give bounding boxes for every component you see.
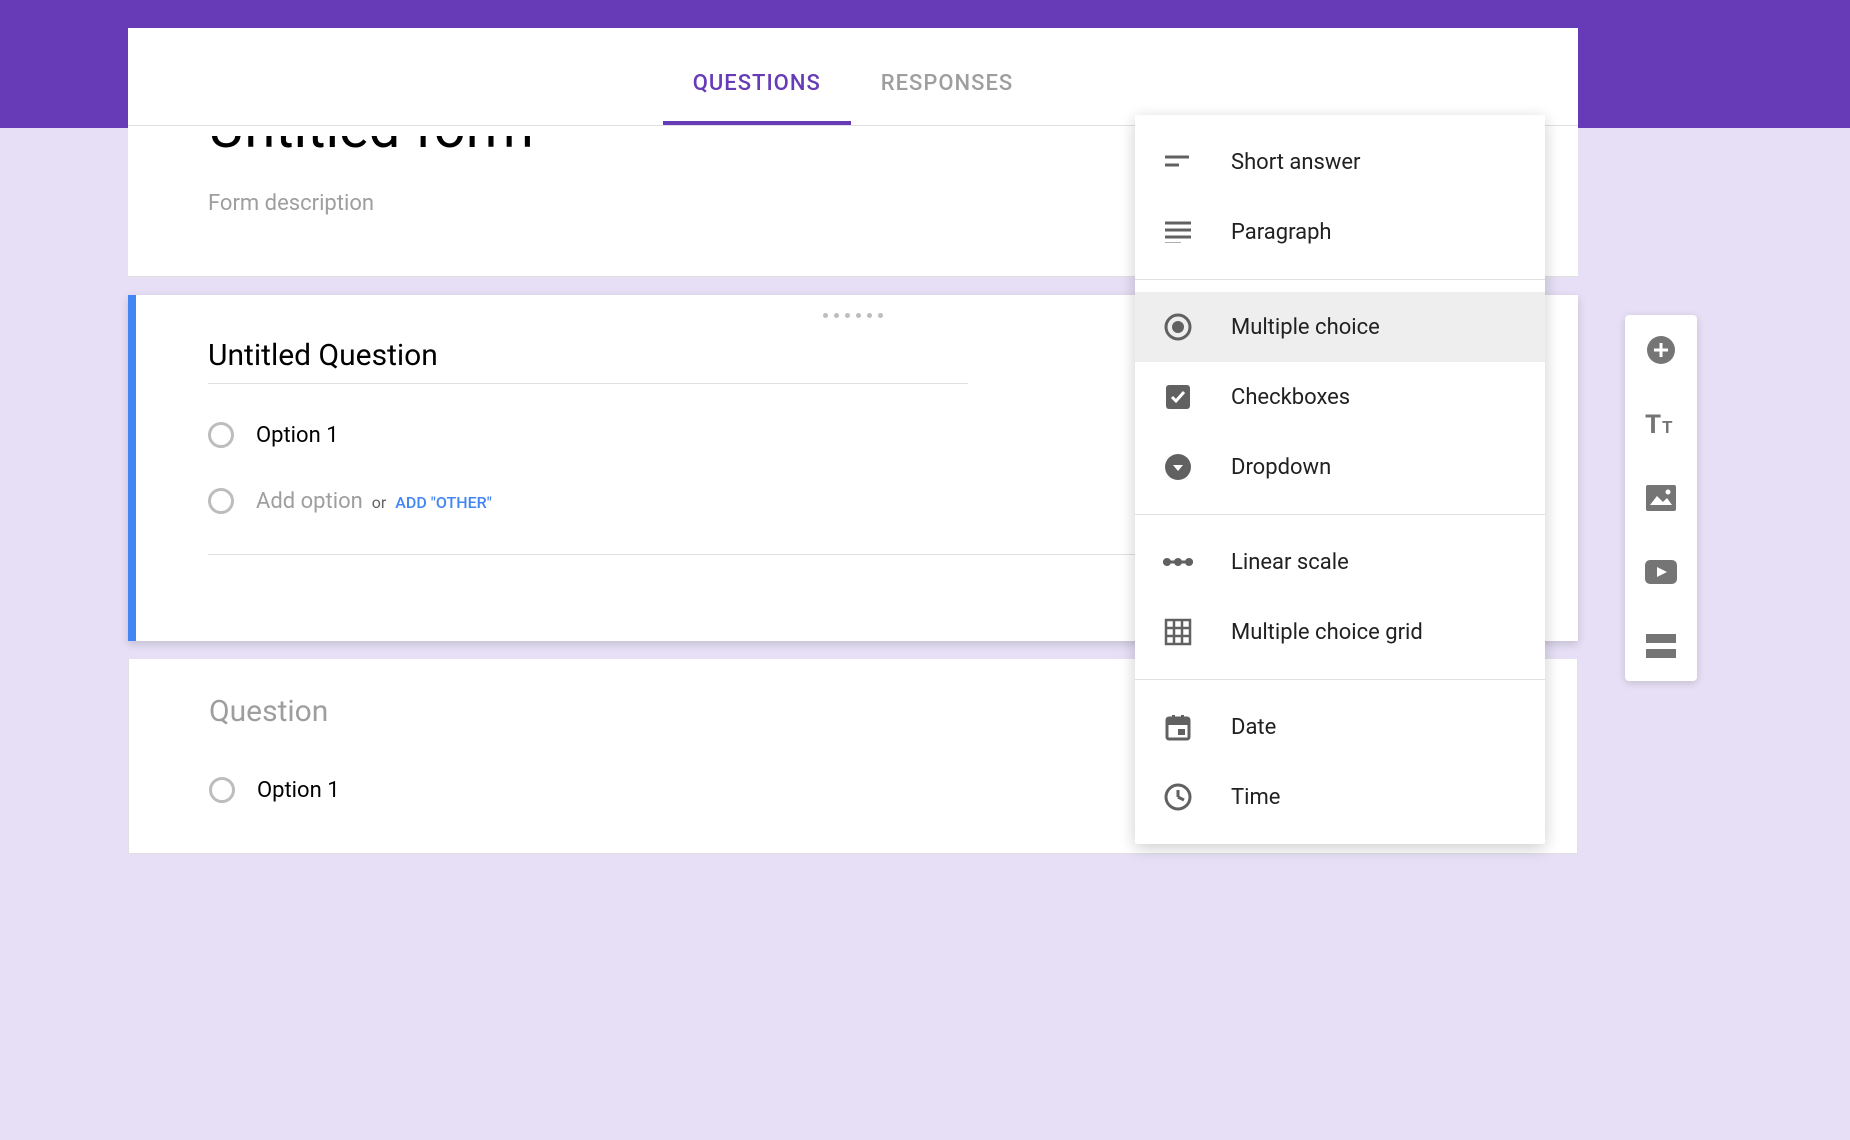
dropdown-item-label: Checkboxes	[1231, 385, 1350, 410]
dropdown-item-linear-scale[interactable]: Linear scale	[1135, 527, 1545, 597]
option-text-input[interactable]: Option 1	[256, 423, 339, 448]
dropdown-item-label: Multiple choice grid	[1231, 620, 1423, 645]
or-text: or	[372, 493, 387, 512]
checkbox-icon	[1163, 382, 1193, 412]
add-video-button[interactable]	[1644, 555, 1678, 589]
dropdown-item-label: Linear scale	[1231, 550, 1349, 575]
radio-icon	[208, 422, 234, 448]
dropdown-item-dropdown[interactable]: Dropdown	[1135, 432, 1545, 502]
dropdown-item-short-answer[interactable]: Short answer	[1135, 127, 1545, 197]
calendar-icon	[1163, 712, 1193, 742]
dropdown-item-multiple-choice[interactable]: Multiple choice	[1135, 292, 1545, 362]
short-answer-icon	[1163, 147, 1193, 177]
svg-text:T: T	[1645, 411, 1661, 437]
option-text: Option 1	[257, 778, 340, 803]
question-type-dropdown: Short answer Paragraph Multiple choice C…	[1135, 115, 1545, 844]
radio-button-icon	[1163, 312, 1193, 342]
dropdown-item-grid[interactable]: Multiple choice grid	[1135, 597, 1545, 667]
tabs-bar: QUESTIONS RESPONSES	[128, 28, 1578, 126]
grid-icon	[1163, 617, 1193, 647]
dropdown-item-label: Date	[1231, 715, 1276, 740]
side-toolbar: TT	[1625, 315, 1697, 681]
add-option-button[interactable]: Add option	[256, 489, 363, 514]
dropdown-item-checkboxes[interactable]: Checkboxes	[1135, 362, 1545, 432]
dropdown-item-label: Dropdown	[1231, 455, 1331, 480]
add-other-button[interactable]: ADD "OTHER"	[395, 493, 492, 512]
question-title-input[interactable]: Untitled Question	[208, 338, 968, 384]
tab-questions[interactable]: QUESTIONS	[663, 71, 851, 125]
dropdown-item-label: Multiple choice	[1231, 315, 1380, 340]
add-question-button[interactable]	[1644, 333, 1678, 367]
add-title-button[interactable]: TT	[1644, 407, 1678, 441]
linear-scale-icon	[1163, 547, 1193, 577]
add-section-button[interactable]	[1644, 629, 1678, 663]
svg-text:T: T	[1662, 418, 1673, 437]
add-image-button[interactable]	[1644, 481, 1678, 515]
clock-icon	[1163, 782, 1193, 812]
tab-responses[interactable]: RESPONSES	[851, 71, 1043, 125]
dropdown-item-label: Short answer	[1231, 150, 1361, 175]
radio-icon	[208, 488, 234, 514]
paragraph-icon	[1163, 217, 1193, 247]
dropdown-item-label: Time	[1231, 785, 1280, 810]
question-title-input[interactable]: Question	[209, 694, 969, 739]
radio-icon	[209, 777, 235, 803]
dropdown-arrow-icon	[1163, 452, 1193, 482]
dropdown-item-paragraph[interactable]: Paragraph	[1135, 197, 1545, 267]
dropdown-item-date[interactable]: Date	[1135, 692, 1545, 762]
dropdown-item-label: Paragraph	[1231, 220, 1332, 245]
dropdown-item-time[interactable]: Time	[1135, 762, 1545, 832]
